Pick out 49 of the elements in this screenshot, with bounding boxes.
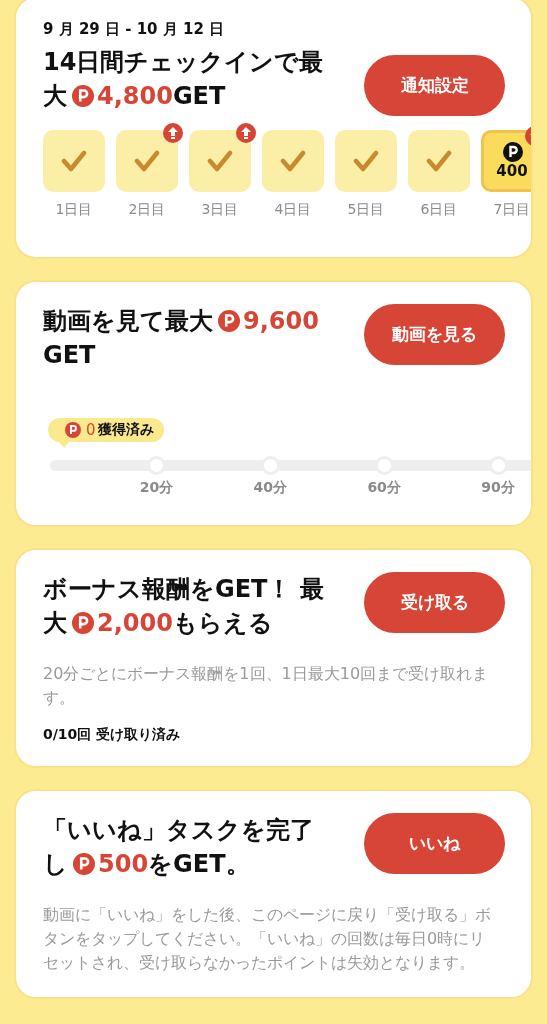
card-title: 大 [43,81,67,112]
card-title: をGET。 [148,849,250,880]
point-amount: 4,800 [97,81,173,112]
card-title: もらえる [172,608,273,639]
point-icon [65,422,81,438]
receive-button[interactable]: 受け取る [364,572,505,633]
point-icon [218,310,240,332]
description: 動画に「いいね」をした後、このページに戻り「受け取る」ボタンをタップしてください。「いいね」の回数は毎日0時にリセットされ、受け取らなかったポイントは失効となります。 [43,904,492,974]
point-icon [503,142,523,162]
point-icon [72,85,94,107]
check-icon [426,150,452,172]
check-icon [280,150,306,172]
day-label: 7日目 [493,201,531,219]
milestone-label: 40分 [253,479,287,497]
description: 20分ごとにボーナス報酬を1回、1日最大10回まで受け取れます。 [43,663,490,709]
milestone-label: 20分 [139,479,174,497]
card-title: ボーナス報酬をGET！ 最 [43,574,324,605]
card-title: 大 [43,608,67,639]
earned-amount: 0 [86,421,96,439]
notification-button[interactable]: 通知設定 [364,55,505,116]
date-range: 9 月 29 日 - 10 月 12 日 [43,20,226,39]
card-title: 14日間チェックインで最 [43,47,324,78]
point-amount: 2,000 [97,608,173,639]
card-title: 動画を見て最大 [43,306,213,337]
day-label: 5日目 [347,201,385,219]
milestone-label: 90分 [481,479,515,497]
reward-amount: 400 [496,162,528,180]
card-title: 「いいね」タスクを完了 [43,815,314,846]
day-label: 4日目 [274,201,312,219]
point-icon [72,612,94,634]
point-icon [73,853,95,875]
check-icon [207,150,233,172]
check-icon [134,150,160,172]
check-icon [61,150,87,172]
watch-video-button[interactable]: 動画を見る [364,304,505,365]
milestone-label: 60分 [367,479,401,497]
card-title: し [43,849,68,880]
day-label: 1日目 [55,201,93,219]
card-title: GET [43,340,96,371]
check-icon [353,150,379,172]
earned-label: 獲得済み [97,421,154,439]
day-label: 6日目 [420,201,458,219]
like-button[interactable]: いいね [364,813,505,874]
day-label: 3日目 [201,201,239,219]
point-amount: 500 [98,849,149,880]
day-label: 2日目 [128,201,166,219]
point-amount: 9,600 [243,306,319,337]
receive-status: 0/10回 受け取り済み [43,726,182,744]
card-title: GET [172,81,226,112]
